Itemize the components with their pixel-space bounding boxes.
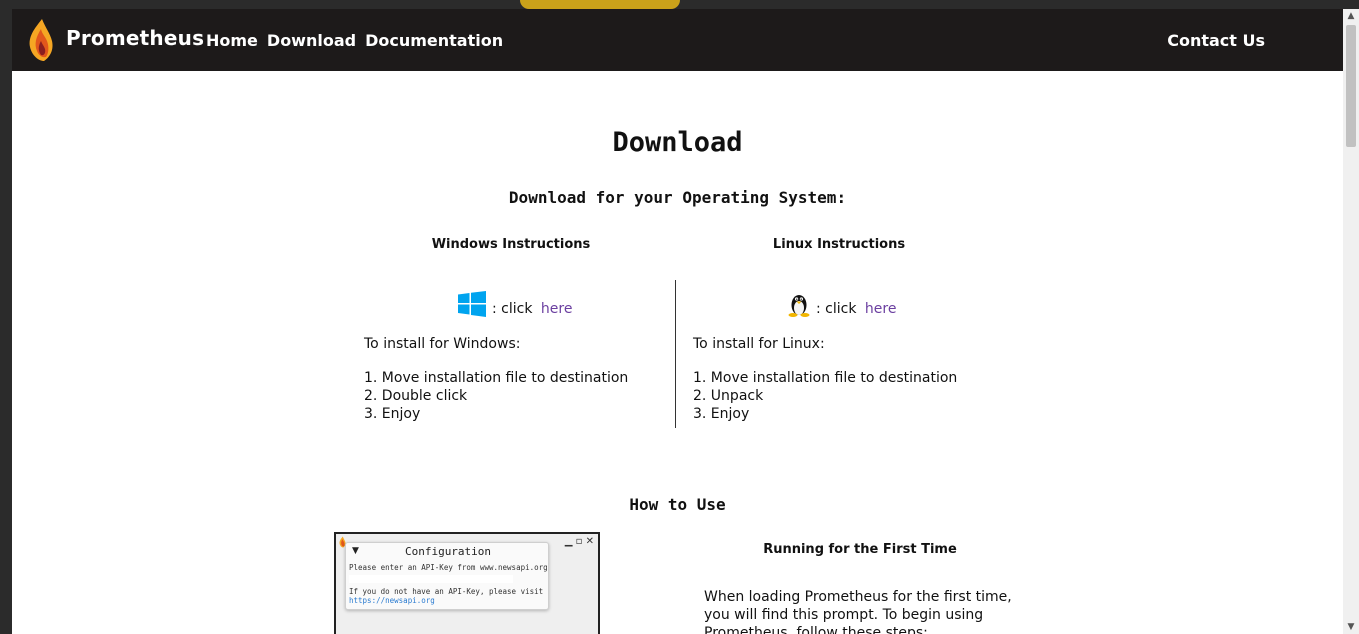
brand-name[interactable]: Prometheus <box>66 26 204 50</box>
dialog-title: Configuration <box>404 545 492 558</box>
windows-step: 3. Enjoy <box>364 406 421 422</box>
top-glow <box>520 0 680 9</box>
contact-us-link[interactable]: Contact Us <box>1167 31 1265 50</box>
navbar: Prometheus Home Download Documentation C… <box>12 9 1343 71</box>
linux-heading: Linux Instructions <box>772 237 906 252</box>
scroll-up-arrow-icon[interactable]: ▲ <box>1343 9 1359 23</box>
page-title: Download <box>612 127 743 158</box>
linux-step: 3. Enjoy <box>693 406 750 422</box>
dialog-link: https://newsapi.org <box>349 596 435 605</box>
vertical-scrollbar[interactable]: ▲ ▼ <box>1343 9 1359 634</box>
page-frame: Prometheus Home Download Documentation C… <box>12 9 1343 634</box>
window-buttons: ▁ ▫ ✕ <box>564 536 594 547</box>
browser-top-strip <box>0 0 1359 9</box>
api-key-input <box>349 575 513 583</box>
nav-download-link[interactable]: Download <box>267 31 356 50</box>
nav-documentation-link[interactable]: Documentation <box>365 31 503 50</box>
running-first-time-text: When loading Prometheus for the first ti… <box>704 588 1012 634</box>
windows-heading: Windows Instructions <box>431 237 591 252</box>
scroll-down-arrow-icon[interactable]: ▼ <box>1343 620 1359 634</box>
configuration-screenshot: ▁ ▫ ✕ ▼ Configuration Please enter an AP… <box>334 532 600 634</box>
linux-step: 2. Unpack <box>693 388 764 404</box>
linux-tux-icon <box>788 295 810 317</box>
windows-step: 2. Double click <box>364 388 468 404</box>
windows-step-list: 1. Move installation file to destination… <box>364 369 628 423</box>
running-text-line: When loading Prometheus for the first ti… <box>704 589 1012 605</box>
linux-intro: To install for Linux: <box>693 336 825 352</box>
windows-download-link[interactable]: here <box>536 301 573 317</box>
running-text-line: Prometheus, follow these steps: <box>704 625 928 634</box>
linux-click-prefix: : click <box>816 301 857 317</box>
main-content: Download Download for your Operating Sys… <box>12 71 1343 634</box>
dialog-line-2: If you do not have an API-Key, please vi… <box>349 587 544 596</box>
nav-home-link[interactable]: Home <box>206 31 258 50</box>
linux-step: 1. Move installation file to destination <box>693 370 958 386</box>
windows-click-prefix: : click <box>492 301 533 317</box>
linux-download-line: : click here <box>788 291 896 317</box>
windows-logo-icon <box>458 291 486 317</box>
page-subtitle: Download for your Operating System: <box>508 188 847 207</box>
configuration-dialog: ▼ Configuration Please enter an API-Key … <box>345 542 549 610</box>
windows-step: 1. Move installation file to destination <box>364 370 629 386</box>
column-divider <box>675 280 676 428</box>
dialog-line-1: Please enter an API-Key from www.newsapi… <box>349 563 548 572</box>
running-first-time-heading: Running for the First Time <box>763 542 957 557</box>
nav-links: Home Download Documentation <box>206 31 503 50</box>
running-text-line: you will find this prompt. To begin usin… <box>704 607 984 623</box>
linux-step-list: 1. Move installation file to destination… <box>693 369 957 423</box>
windows-intro: To install for Windows: <box>364 336 521 352</box>
windows-download-line: : click here <box>458 291 572 317</box>
scroll-thumb[interactable] <box>1346 25 1356 147</box>
linux-download-link[interactable]: here <box>860 301 897 317</box>
how-to-use-heading: How to Use <box>629 495 726 514</box>
flame-logo-icon[interactable] <box>26 17 56 63</box>
